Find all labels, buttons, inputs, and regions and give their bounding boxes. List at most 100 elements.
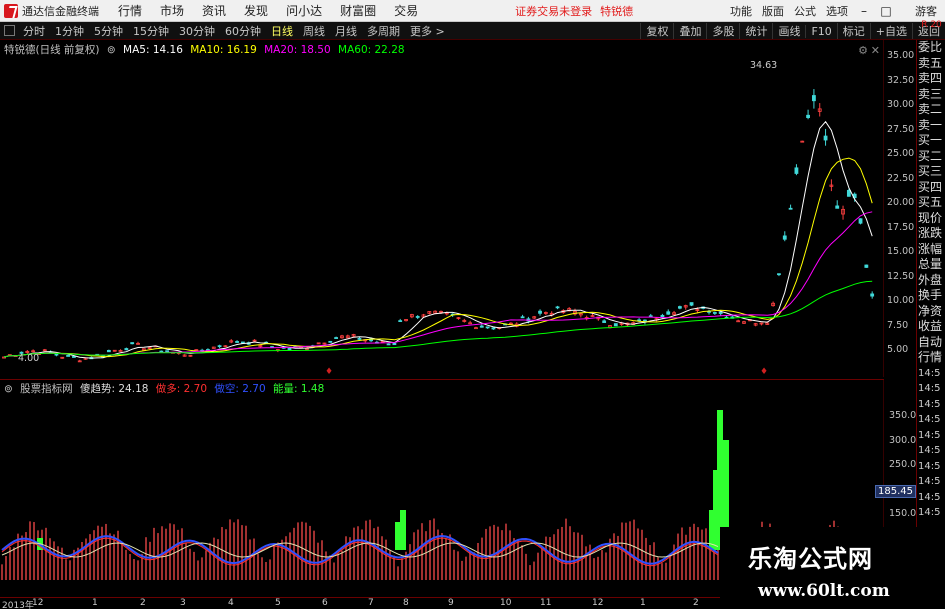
multi-stock-button[interactable]: 多股	[706, 23, 739, 39]
side-panel-item[interactable]: 买二	[917, 149, 945, 165]
side-panel-item[interactable]: 买一	[917, 133, 945, 149]
side-panel-item[interactable]: 卖五	[917, 56, 945, 72]
maximize-icon[interactable]: □	[878, 4, 894, 18]
menu-layout[interactable]: 版面	[762, 3, 784, 19]
side-panel-item[interactable]: 14:5	[917, 397, 945, 413]
menu-discover[interactable]: 发现	[244, 2, 268, 19]
period-more[interactable]: 更多 >	[405, 23, 450, 39]
date-tick-label: 1	[640, 598, 646, 608]
date-tick-label: 12	[32, 598, 44, 608]
side-panel-item[interactable]: 自动	[917, 335, 945, 351]
menu-ask[interactable]: 问小达	[286, 2, 322, 19]
side-panel-item[interactable]: 涨幅	[917, 242, 945, 258]
ma5-label: MA5: 14.16	[123, 44, 183, 56]
period-weekly[interactable]: 周线	[298, 23, 330, 39]
side-panel-item[interactable]: 14:5	[917, 366, 945, 382]
candle-body	[287, 348, 292, 350]
app-logo-icon	[4, 3, 18, 18]
menu-formula[interactable]: 公式	[794, 3, 816, 19]
date-tick-label: 10	[500, 598, 512, 608]
side-panel-item[interactable]: 14:5	[917, 428, 945, 444]
candle-body	[538, 310, 542, 314]
date-tick-label: 2013年	[2, 601, 34, 609]
candle-body	[806, 114, 810, 118]
indicator-tick-label: 300.0	[889, 434, 917, 446]
high-price-label: 34.63	[750, 60, 778, 71]
period-1min[interactable]: 1分钟	[50, 23, 89, 39]
panel-close-icon[interactable]: ✕	[871, 44, 880, 57]
side-panel-item[interactable]: 买三	[917, 164, 945, 180]
period-monthly[interactable]: 月线	[330, 23, 362, 39]
side-panel-item[interactable]: 净资	[917, 304, 945, 320]
candle-body	[689, 302, 694, 306]
candle-body	[648, 315, 653, 318]
side-panel-item[interactable]: 外盘	[917, 273, 945, 289]
period-daily[interactable]: 日线	[266, 23, 298, 39]
candle-body	[718, 311, 723, 314]
menu-news[interactable]: 资讯	[202, 2, 226, 19]
date-tick-label: 7	[368, 598, 374, 608]
f10-button[interactable]: F10	[805, 24, 836, 38]
indicator-tick-label: 150.0	[889, 508, 917, 519]
candle-body	[72, 356, 76, 358]
period-5min[interactable]: 5分钟	[89, 23, 128, 39]
app-title: 通达信金融终端	[22, 4, 99, 18]
mark-button[interactable]: 标记	[836, 23, 870, 39]
menu-function[interactable]: 功能	[730, 3, 752, 19]
side-panel-item[interactable]: 收益	[917, 319, 945, 335]
side-panel-item[interactable]: 14:5	[917, 490, 945, 506]
side-panel-item[interactable]: 14:5	[917, 412, 945, 428]
side-panel-item[interactable]: 买四	[917, 180, 945, 196]
price-chart[interactable]: 特锐德(日线 前复权) ⊚ MA5: 14.16 MA10: 16.19 MA2…	[0, 40, 884, 377]
side-panel-item[interactable]: 换手	[917, 288, 945, 304]
add-watchlist-button[interactable]: +自选	[869, 23, 912, 39]
date-tick-label: 2	[693, 598, 699, 608]
stats-button[interactable]: 统计	[739, 23, 772, 39]
draw-button[interactable]: 画线	[772, 23, 805, 39]
login-status[interactable]: 证券交易未登录	[515, 3, 592, 19]
period-60min[interactable]: 60分钟	[220, 23, 266, 39]
overlay-button[interactable]: 叠加	[673, 23, 706, 39]
side-panel-item[interactable]: 卖三	[917, 87, 945, 103]
side-panel-item[interactable]: 卖四	[917, 71, 945, 87]
minimize-icon[interactable]: –	[856, 4, 872, 18]
side-panel-item[interactable]: 委比	[917, 40, 945, 56]
indicator-header: ⊚ 股票指标网 傻趋势: 24.18 做多: 2.70 做空: 2.70 能量:…	[4, 381, 328, 396]
menu-trade[interactable]: 交易	[394, 2, 418, 19]
side-panel-item[interactable]: 14:5	[917, 474, 945, 490]
menu-market[interactable]: 市场	[160, 2, 184, 19]
side-panel-item[interactable]: 卖二	[917, 102, 945, 118]
guest-label[interactable]: 游客	[915, 3, 937, 19]
period-multi[interactable]: 多周期	[362, 23, 405, 39]
side-panel-item[interactable]: 总量	[917, 257, 945, 273]
indicator-tick-label: 250.0	[889, 459, 917, 470]
menu-wealth[interactable]: 财富圈	[340, 2, 376, 19]
side-panel-item[interactable]: 卖一	[917, 118, 945, 134]
side-panel-item[interactable]: 行情	[917, 350, 945, 366]
side-panel-item[interactable]: 14:5	[917, 443, 945, 459]
panel-toggle-icon[interactable]	[4, 25, 15, 36]
side-panel-item[interactable]: 14:5	[917, 459, 945, 475]
candle-body	[602, 320, 607, 323]
indicator-tick-label: 350.0	[889, 410, 917, 421]
indicator-settings-icon[interactable]: ⊚	[4, 383, 13, 395]
price-tick-label: 32.50	[887, 74, 915, 86]
side-panel-item[interactable]: 14:5	[917, 505, 945, 521]
menu-options[interactable]: 选项	[826, 3, 848, 19]
side-panel-item[interactable]: 买五	[917, 195, 945, 211]
side-panel-item[interactable]: 14:5	[917, 381, 945, 397]
adjust-button[interactable]: 复权	[640, 23, 673, 39]
ma60-label: MA60: 22.28	[338, 44, 405, 56]
candle-body	[864, 264, 869, 268]
side-panel-item[interactable]: 现价	[917, 211, 945, 227]
price-tick-label: 17.50	[887, 221, 915, 233]
period-15min[interactable]: 15分钟	[128, 23, 174, 39]
side-panel-item[interactable]: 涨跌	[917, 226, 945, 242]
settings-icon[interactable]: ⊚	[107, 44, 116, 56]
candle-body	[812, 95, 816, 102]
menu-quotes[interactable]: 行情	[118, 2, 142, 19]
date-tick-label: 1	[92, 598, 98, 608]
period-tick[interactable]: 分时	[18, 23, 50, 39]
panel-settings-icon[interactable]: ⚙	[858, 44, 868, 57]
period-30min[interactable]: 30分钟	[174, 23, 220, 39]
